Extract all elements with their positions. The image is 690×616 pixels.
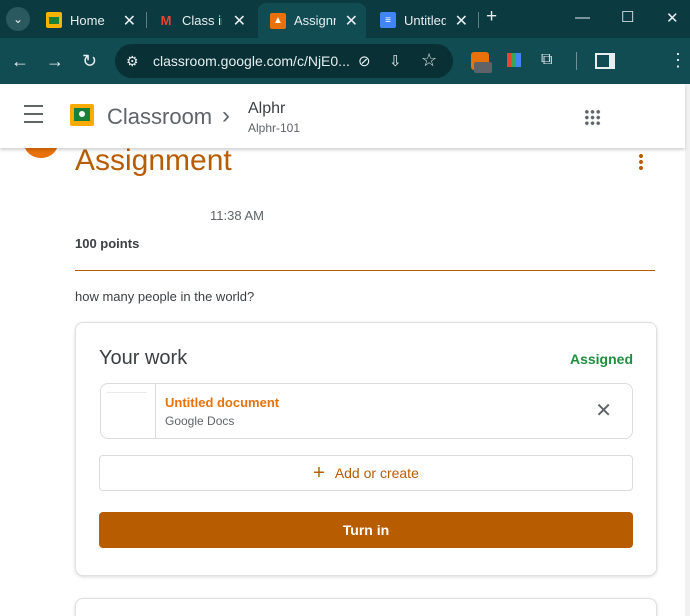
site-info-icon[interactable]: ⚙ <box>126 53 139 70</box>
chevron-down-icon: ⌄ <box>12 12 24 26</box>
close-icon[interactable]: ✕ <box>233 11 246 31</box>
classroom-icon: ▲ <box>270 12 286 29</box>
attachment-title[interactable]: Untitled document <box>165 395 279 410</box>
toolbar-divider <box>576 52 577 70</box>
plus-icon: + <box>313 461 325 484</box>
tab-untitled[interactable]: ≡ Untitled ✕ <box>368 5 476 35</box>
attachment-item[interactable]: Untitled document Google Docs ✕ <box>100 383 633 439</box>
page-scrollbar[interactable] <box>685 84 690 616</box>
close-icon[interactable]: ✕ <box>345 11 358 31</box>
tab-label: Home <box>70 12 105 28</box>
tab-assignment[interactable]: ▲ Assignm ✕ <box>258 3 366 38</box>
new-tab-icon[interactable]: + <box>486 6 497 28</box>
close-window-icon[interactable]: ✕ <box>666 9 679 27</box>
tab-class-in[interactable]: M Class in ✕ <box>146 5 254 35</box>
status-badge: Assigned <box>569 351 633 367</box>
browser-menu-icon[interactable]: ⋮ <box>669 50 687 71</box>
document-thumbnail[interactable] <box>101 384 156 438</box>
browser-tab-strip: ⌄ Home ✕ M Class in ✕ ▲ Assignm ✕ ≡ Unti… <box>0 0 690 38</box>
docs-icon: ≡ <box>380 12 396 28</box>
gmail-icon: M <box>160 12 172 28</box>
your-work-heading: Your work <box>99 347 188 369</box>
brand-name[interactable]: Classroom <box>107 104 212 130</box>
turn-in-button[interactable]: Turn in <box>99 512 633 548</box>
maximize-icon[interactable]: ☐ <box>621 8 634 26</box>
posted-time: 11:38 AM <box>210 208 264 223</box>
reload-icon[interactable]: ↻ <box>82 51 97 72</box>
assignment-type-icon <box>24 148 58 158</box>
camera-off-icon[interactable]: ⊘ <box>358 52 371 70</box>
minimize-icon[interactable]: — <box>575 9 590 26</box>
tab-label: Untitled <box>404 12 446 28</box>
extensions-puzzle-icon[interactable]: ⧉ <box>541 51 552 69</box>
your-work-card: Your work Assigned Untitled document Goo… <box>75 322 657 576</box>
bookmark-star-icon[interactable]: ☆ <box>421 50 437 71</box>
close-icon[interactable]: ✕ <box>455 11 468 31</box>
add-or-create-label: Add or create <box>334 465 419 481</box>
assignment-content: Assignment 11:38 AM 100 points how many … <box>0 148 685 616</box>
tab-label: Class in <box>182 12 222 28</box>
classroom-logo-icon[interactable] <box>70 104 94 126</box>
more-options-icon[interactable] <box>639 153 643 171</box>
extension-off-badge <box>474 62 492 73</box>
turn-in-label: Turn in <box>342 522 390 538</box>
tab-search-button[interactable]: ⌄ <box>6 7 30 31</box>
assignment-title: Assignment <box>75 148 232 177</box>
add-or-create-button[interactable]: + Add or create <box>99 455 633 491</box>
classroom-icon <box>46 12 62 28</box>
forward-icon[interactable]: → <box>46 51 64 72</box>
class-name[interactable]: Alphr <box>248 100 285 118</box>
title-divider <box>75 270 655 271</box>
remove-attachment-icon[interactable]: ✕ <box>595 398 612 423</box>
close-icon[interactable]: ✕ <box>123 11 136 31</box>
assignment-description: how many people in the world? <box>75 289 255 304</box>
side-panel-icon[interactable] <box>595 53 615 69</box>
tab-separator <box>478 12 479 28</box>
url-text[interactable]: classroom.google.com/c/NjE0... <box>153 53 350 69</box>
main-menu-icon[interactable] <box>24 105 43 123</box>
points-label: 100 points <box>75 236 140 251</box>
classroom-app-bar: Classroom › Alphr Alphr-101 <box>0 84 685 148</box>
class-section: Alphr-101 <box>248 121 301 135</box>
attachment-type: Google Docs <box>165 414 235 428</box>
apps-grid-icon[interactable] <box>584 109 601 126</box>
private-comments-card <box>75 598 657 616</box>
breadcrumb-chevron-icon: › <box>222 102 230 129</box>
install-app-icon[interactable]: ⇩ <box>389 52 402 70</box>
back-icon[interactable]: ← <box>11 51 29 72</box>
tab-label: Assignm <box>294 13 336 28</box>
tab-home[interactable]: Home ✕ <box>34 5 144 35</box>
extension-grid-icon[interactable] <box>507 53 521 67</box>
